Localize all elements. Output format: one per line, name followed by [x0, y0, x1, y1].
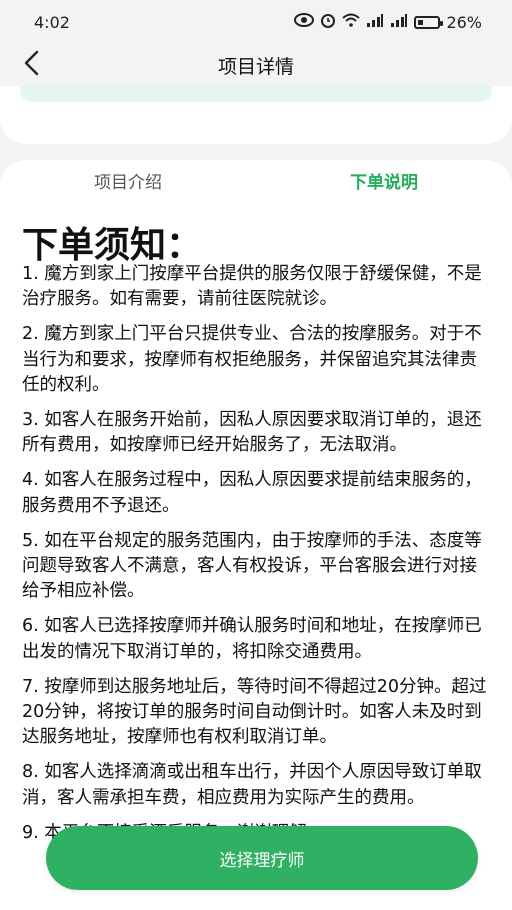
battery-percent: 26% — [446, 12, 482, 32]
project-info-card — [0, 86, 512, 144]
rules-list: 1. 魔方到家上门按摩平台提供的服务仅限于舒缓保健，不是治疗服务。如有需要，请前… — [22, 262, 492, 856]
tab-project-intro[interactable]: 项目介绍 — [0, 168, 256, 202]
eye-icon — [294, 13, 315, 31]
signal-icon — [390, 13, 408, 31]
list-item: 5. 如在平台规定的服务范围内，由于按摩师的手法、态度等问题导致客人不满意，客人… — [22, 530, 482, 602]
notice-title: 下单须知： — [22, 225, 203, 266]
signal-icon — [366, 13, 384, 31]
chevron-left-icon — [22, 50, 40, 80]
list-item: 4. 如客人在服务过程中，因私人原因要求提前结束服务的，服务费用不予退还。 — [22, 470, 482, 516]
alarm-icon — [320, 12, 336, 32]
status-icons: 26% — [294, 12, 482, 32]
status-bar: 4:02 26% — [0, 0, 512, 44]
list-item: 3. 如客人在服务开始前，因私人原因要求取消订单的，退还所有费用，如按摩师已经开… — [22, 410, 482, 456]
content-card: 项目介绍 下单说明 下单须知： 1. 魔方到家上门按摩平台提供的服务仅限于舒缓保… — [0, 160, 512, 910]
battery-icon — [414, 15, 444, 29]
tab-bar: 项目介绍 下单说明 — [0, 168, 512, 202]
list-item: 2. 魔方到家上门平台只提供专业、合法的按摩服务。对于不当行为和要求，按摩师有权… — [22, 324, 482, 395]
list-item: 8. 如客人选择滴滴或出租车出行，并因个人原因导致订单取消，客人需承担车费，相应… — [22, 762, 482, 808]
info-strip — [20, 86, 492, 102]
nav-bar: 项目详情 — [0, 44, 512, 86]
select-therapist-button[interactable]: 选择理疗师 — [46, 826, 478, 890]
list-item: 7. 按摩师到达服务地址后，等待时间不得超过20分钟。超过20分钟，将按订单的服… — [22, 676, 487, 748]
status-time: 4:02 — [34, 12, 70, 32]
list-item: 1. 魔方到家上门按摩平台提供的服务仅限于舒缓保健，不是治疗服务。如有需要，请前… — [22, 264, 482, 310]
tab-order-instructions[interactable]: 下单说明 — [256, 168, 512, 202]
wifi-icon — [342, 13, 361, 31]
list-item: 6. 如客人已选择按摩师并确认服务时间和地址，在按摩师已出发的情况下取消订单的，… — [22, 616, 482, 662]
back-button[interactable] — [14, 48, 48, 82]
page-title: 项目详情 — [217, 55, 294, 78]
